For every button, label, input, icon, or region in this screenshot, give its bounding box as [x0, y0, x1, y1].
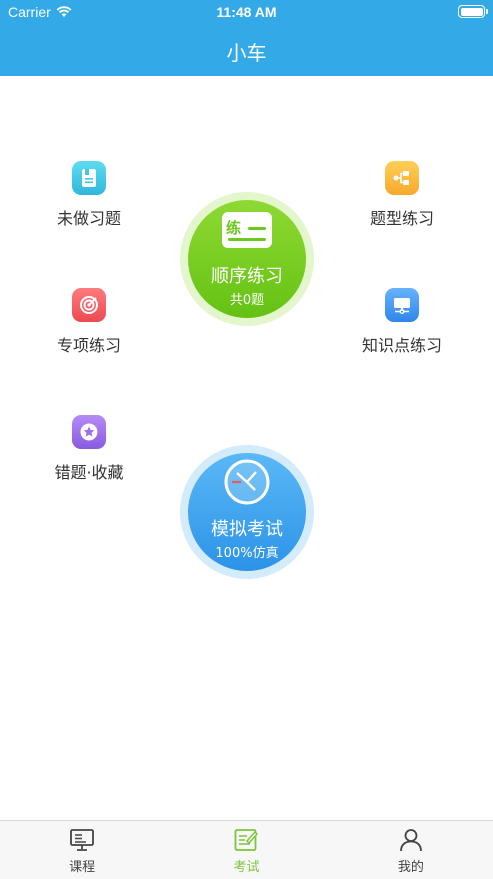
practice-area: 未做习题 题型练习 专项练习 知识点练习 错题·收藏 练 顺序练习 共0题 模拟… [0, 76, 493, 820]
status-time: 11:48 AM [216, 4, 277, 20]
exam-edit-icon [235, 829, 259, 851]
practice-badge-icon: 练 [222, 212, 272, 248]
tab-mine-label: 我的 [397, 860, 424, 875]
practice-badge-label: 练 [226, 219, 242, 237]
menu-item-type-practice[interactable]: 题型练习 [332, 161, 472, 229]
menu-label-special-practice: 专项练习 [56, 336, 121, 355]
tab-mine[interactable]: 我的 [329, 821, 493, 879]
tab-exam[interactable]: 考试 [164, 821, 328, 879]
menu-item-knowledge-practice[interactable]: 知识点练习 [332, 288, 472, 356]
target-icon [72, 288, 106, 322]
monitor-icon [385, 288, 419, 322]
mock-exam-title: 模拟考试 [211, 519, 283, 540]
menu-label-undone: 未做习题 [56, 209, 121, 228]
sequential-practice-button[interactable]: 练 顺序练习 共0题 [180, 192, 314, 326]
menu-item-undone[interactable]: 未做习题 [19, 161, 159, 229]
sequential-practice-count: 共0题 [229, 293, 265, 308]
menu-label-wrong-favorites: 错题·收藏 [54, 463, 124, 482]
menu-label-type-practice: 题型练习 [369, 209, 434, 228]
clock-icon [224, 459, 270, 505]
notebook-icon [72, 161, 106, 195]
course-monitor-icon [70, 829, 95, 851]
battery-icon [458, 5, 488, 18]
branch-icon [385, 161, 419, 195]
person-icon [399, 829, 422, 852]
sequential-practice-title: 顺序练习 [211, 266, 283, 287]
page-title: 小车 [226, 41, 267, 65]
menu-label-knowledge-practice: 知识点练习 [361, 336, 442, 355]
mock-exam-button[interactable]: 模拟考试 100%仿真 [180, 445, 314, 579]
tab-exam-label: 考试 [233, 860, 260, 875]
menu-item-special-practice[interactable]: 专项练习 [19, 288, 159, 356]
mock-exam-circle: 模拟考试 100%仿真 [188, 453, 306, 571]
tab-course[interactable]: 课程 [0, 821, 164, 879]
top-bar: Carrier 11:48 AM 小车 [0, 0, 493, 76]
star-icon [72, 415, 106, 449]
mock-exam-subtitle: 100%仿真 [215, 546, 279, 561]
sequential-practice-circle: 练 顺序练习 共0题 [188, 200, 306, 318]
menu-item-wrong-favorites[interactable]: 错题·收藏 [19, 415, 159, 483]
tab-course-label: 课程 [69, 860, 96, 875]
tab-bar: 课程 考试 我的 [0, 820, 493, 879]
